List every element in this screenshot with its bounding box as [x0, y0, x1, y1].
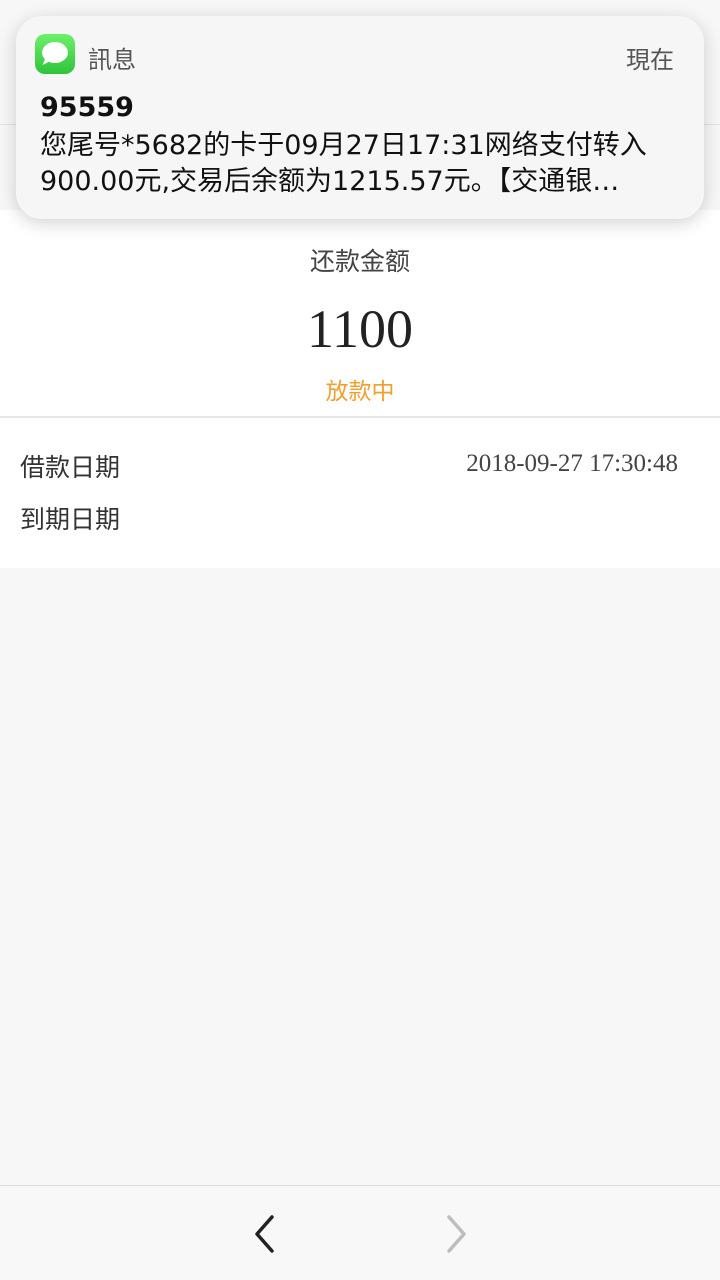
forward-button[interactable] [436, 1212, 476, 1256]
notification-app-name: 訊息 [88, 46, 136, 74]
due-date-label: 到期日期 [20, 505, 121, 534]
loan-date-value: 2018-09-27 17:30:48 [466, 450, 678, 477]
repayment-amount-label: 还款金额 [309, 247, 410, 276]
notification-body: 您尾号*5682的卡于09月27日17:31网络支付转入900.00元,交易后余… [40, 130, 647, 197]
notification-sender: 95559 [40, 92, 134, 123]
browser-bottom-toolbar [0, 1185, 720, 1280]
messages-icon [35, 34, 75, 74]
amount-section: 还款金额 1100 放款中 [0, 210, 720, 418]
sms-notification-banner[interactable]: 訊息 現在 95559 您尾号*5682的卡于09月27日17:31网络支付转入… [16, 16, 704, 219]
loan-detail-card: 还款金额 1100 放款中 借款日期 2018-09-27 17:30:48 到… [0, 210, 720, 568]
back-button[interactable] [245, 1212, 285, 1256]
loan-date-row: 借款日期 2018-09-27 17:30:48 [0, 438, 720, 490]
loan-date-label: 借款日期 [20, 453, 121, 482]
loan-status: 放款中 [325, 379, 395, 405]
repayment-amount-value: 1100 [307, 299, 413, 359]
chevron-left-icon [255, 1215, 274, 1253]
chevron-right-icon [447, 1215, 466, 1253]
notification-time: 現在 [626, 46, 674, 74]
screen: 还款金额 1100 放款中 借款日期 2018-09-27 17:30:48 到… [0, 0, 720, 1280]
due-date-row: 到期日期 [0, 490, 720, 542]
